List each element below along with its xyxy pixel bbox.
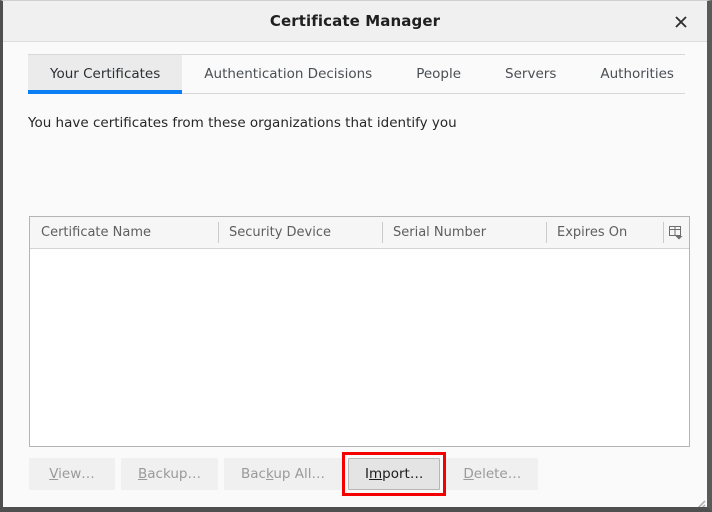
tab-strip: Your Certificates Authentication Decisio… — [28, 54, 685, 94]
backup-button: Backup… — [121, 458, 218, 490]
column-header-label: Security Device — [229, 225, 331, 240]
ok-button[interactable]: OK — [585, 507, 687, 512]
certificate-list: Certificate Name Security Device Serial … — [29, 216, 690, 447]
action-button-row: View… Backup… Backup All… Import… Delete… — [29, 452, 539, 496]
certificate-list-body[interactable] — [30, 249, 689, 446]
column-header-serial-number[interactable]: Serial Number — [382, 217, 546, 248]
title-bar: Certificate Manager — [3, 1, 707, 42]
tab-authentication-decisions[interactable]: Authentication Decisions — [182, 55, 394, 93]
window-title: Certificate Manager — [269, 12, 441, 30]
column-header-certificate-name[interactable]: Certificate Name — [30, 217, 218, 248]
import-button[interactable]: Import… — [348, 458, 441, 490]
tab-label: Your Certificates — [50, 66, 161, 82]
close-icon[interactable] — [661, 1, 701, 42]
view-button: View… — [29, 458, 115, 490]
panel-description: You have certificates from these organiz… — [28, 115, 457, 131]
tab-people[interactable]: People — [394, 55, 483, 93]
import-button-highlight: Import… — [342, 452, 447, 496]
tab-label: People — [416, 66, 462, 82]
certificate-manager-window: Certificate Manager Your Certificates Au… — [0, 0, 712, 512]
column-header-security-device[interactable]: Security Device — [218, 217, 382, 248]
certificate-list-header: Certificate Name Security Device Serial … — [30, 217, 689, 249]
tab-label: Authorities — [600, 66, 674, 82]
tab-label: Authentication Decisions — [204, 66, 373, 82]
tab-your-certificates[interactable]: Your Certificates — [28, 55, 183, 94]
tab-label: Servers — [505, 66, 557, 82]
column-header-label: Expires On — [557, 225, 628, 240]
delete-button: Delete… — [446, 458, 539, 490]
tab-servers[interactable]: Servers — [483, 55, 578, 93]
backup-all-button: Backup All… — [224, 458, 343, 490]
column-header-label: Serial Number — [393, 225, 487, 240]
column-picker-icon[interactable] — [663, 217, 689, 248]
tab-authorities[interactable]: Authorities — [578, 55, 696, 93]
resize-grip[interactable] — [688, 500, 706, 507]
column-header-label: Certificate Name — [41, 225, 152, 240]
column-header-expires-on[interactable]: Expires On — [546, 217, 663, 248]
dialog-content: Your Certificates Authentication Decisio… — [3, 54, 707, 512]
